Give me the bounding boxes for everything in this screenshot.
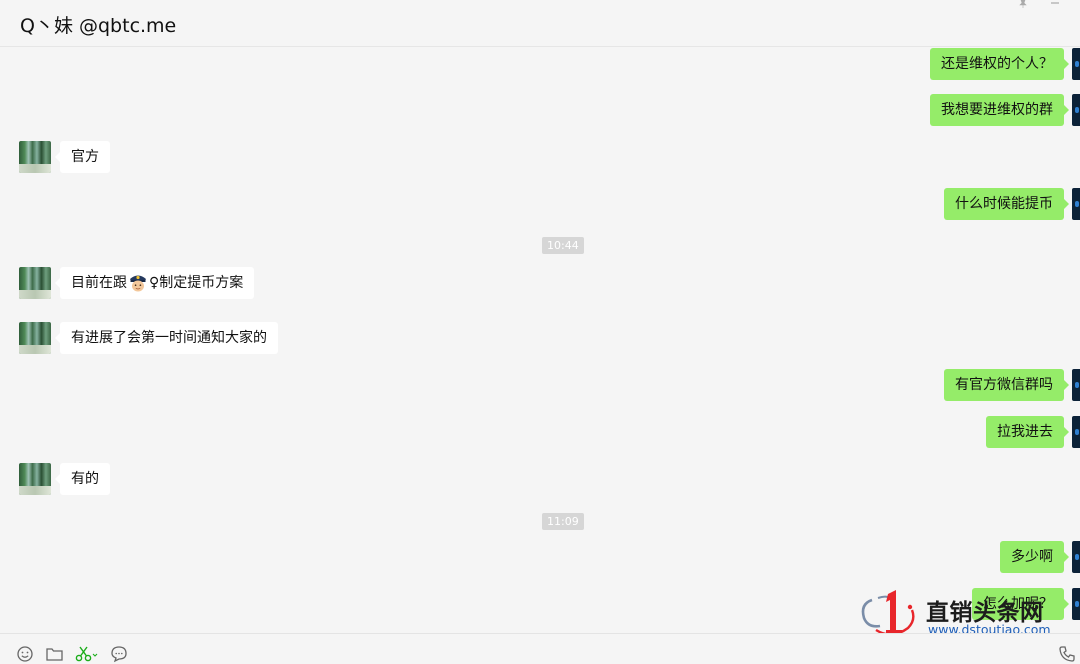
chat-header: Q丶妹 @qbtc.me	[0, 0, 1080, 47]
chat-messages[interactable]: 还是维权的个人？ 我想要进维权的群 官方 什么时候能提币 10:44 目前在跟	[0, 47, 1080, 633]
folder-icon[interactable]	[45, 645, 64, 663]
message-bubble[interactable]: 什么时候能提币	[944, 188, 1069, 220]
self-avatar[interactable]	[1072, 588, 1080, 620]
emoji-icon[interactable]	[16, 645, 34, 663]
self-avatar[interactable]	[1072, 188, 1080, 220]
message-outgoing: 多少啊	[0, 541, 1080, 573]
message-bubble[interactable]: 多少啊	[1000, 541, 1069, 573]
message-incoming: 有的	[0, 463, 1080, 495]
message-outgoing: 还是维权的个人？	[0, 48, 1080, 80]
timestamp: 10:44	[542, 237, 584, 254]
message-bubble[interactable]: 官方	[55, 141, 110, 173]
scissors-icon[interactable]	[75, 645, 99, 663]
contact-avatar[interactable]	[19, 322, 51, 354]
message-text: 目前在跟	[71, 275, 127, 291]
self-avatar[interactable]	[1072, 541, 1080, 573]
self-avatar[interactable]	[1072, 416, 1080, 448]
message-bubble[interactable]: 我想要进维权的群	[930, 94, 1069, 126]
message-incoming: 目前在跟 ♀制定提币方案	[0, 267, 1080, 299]
message-outgoing: 拉我进去	[0, 416, 1080, 448]
minimize-icon[interactable]	[1047, 0, 1063, 10]
message-bubble[interactable]: 有的	[55, 463, 110, 495]
contact-avatar[interactable]	[19, 267, 51, 299]
contact-avatar[interactable]	[19, 463, 51, 495]
message-bubble[interactable]: 拉我进去	[986, 416, 1069, 448]
message-bubble[interactable]: 目前在跟 ♀制定提币方案	[54, 267, 255, 299]
message-outgoing: 有官方微信群吗	[0, 369, 1080, 401]
message-text: ♀制定提币方案	[149, 275, 244, 291]
chat-title: Q丶妹 @qbtc.me	[20, 15, 177, 37]
self-avatar[interactable]	[1072, 94, 1080, 126]
contact-avatar[interactable]	[19, 141, 51, 173]
police-officer-emoji-icon	[128, 272, 148, 292]
message-outgoing: 什么时候能提币	[0, 188, 1080, 220]
self-avatar[interactable]	[1072, 48, 1080, 80]
phone-icon[interactable]	[1058, 645, 1076, 663]
input-toolbar	[0, 633, 1080, 664]
timestamp: 11:09	[542, 513, 584, 530]
pin-icon[interactable]	[1015, 0, 1031, 10]
message-bubble[interactable]: 有进展了会第一时间通知大家的	[55, 322, 278, 354]
message-outgoing: 我想要进维权的群	[0, 94, 1080, 126]
self-avatar[interactable]	[1072, 369, 1080, 401]
message-bubble[interactable]: 还是维权的个人？	[930, 48, 1069, 80]
message-incoming: 官方	[0, 141, 1080, 173]
message-bubble[interactable]: 有官方微信群吗	[944, 369, 1069, 401]
chat-bubble-icon[interactable]	[110, 645, 128, 663]
message-incoming: 有进展了会第一时间通知大家的	[0, 322, 1080, 354]
